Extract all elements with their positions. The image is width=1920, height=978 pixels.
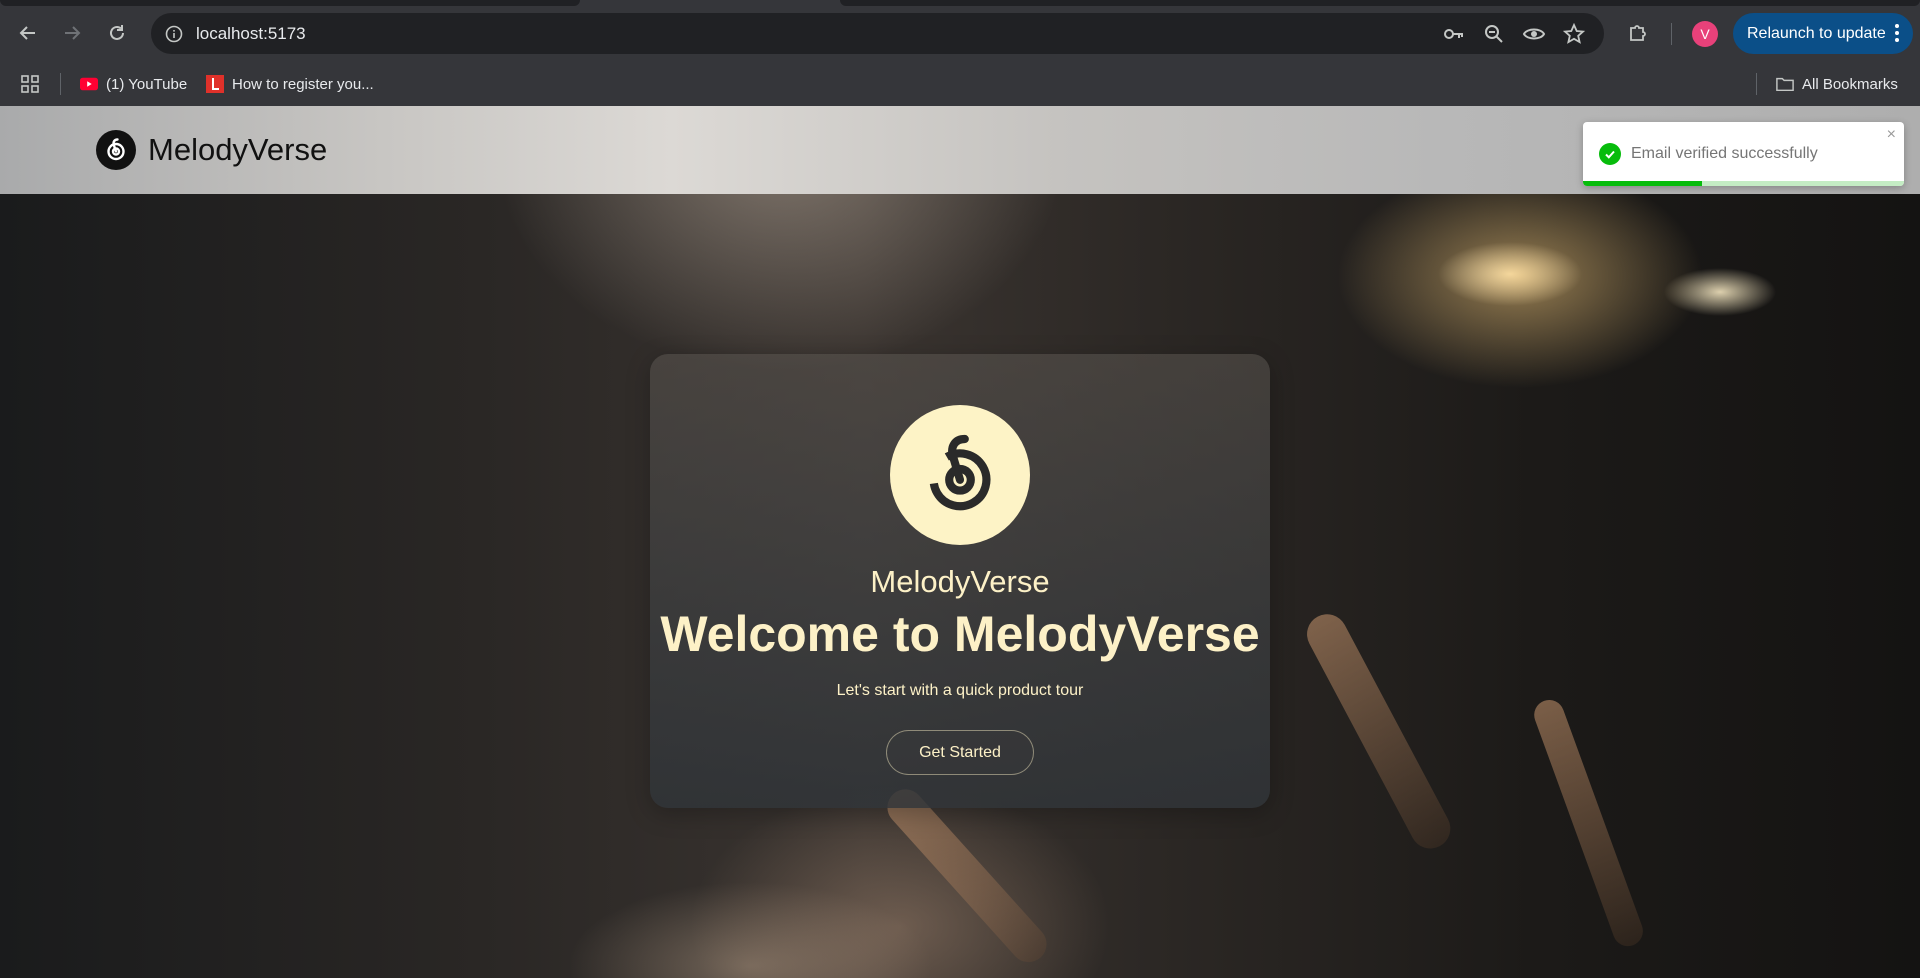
check-circle-icon	[1599, 143, 1621, 165]
success-toast: Email verified successfully ×	[1583, 122, 1904, 186]
card-brand-name: MelodyVerse	[870, 564, 1050, 599]
bookmark-register[interactable]: How to register you...	[206, 71, 374, 97]
l-favicon-icon	[206, 75, 224, 93]
site-info-button[interactable]	[161, 21, 187, 47]
apps-button[interactable]	[20, 71, 40, 97]
bookmarks-divider	[1756, 73, 1757, 95]
bookmarks-bar: (1) YouTube How to register you... All B…	[0, 62, 1920, 106]
back-button[interactable]	[12, 17, 44, 49]
all-bookmarks-label: All Bookmarks	[1802, 75, 1898, 93]
relaunch-button[interactable]: Relaunch to update	[1733, 13, 1913, 54]
bookmarks-divider	[60, 73, 61, 95]
toast-close-button[interactable]: ×	[1887, 126, 1896, 144]
toolbar-divider	[1671, 23, 1672, 45]
reload-icon	[110, 25, 124, 40]
star-icon	[1563, 23, 1585, 44]
url-text[interactable]: localhost:5173	[196, 24, 306, 44]
toast-progress-bar	[1583, 181, 1702, 186]
welcome-card: MelodyVerse Welcome to MelodyVerse Let's…	[650, 354, 1270, 808]
melodyverse-logo-icon	[96, 130, 136, 170]
brand[interactable]: MelodyVerse	[96, 130, 327, 170]
welcome-title: Welcome to MelodyVerse	[660, 606, 1260, 662]
folder-icon	[1776, 75, 1794, 93]
relaunch-label: Relaunch to update	[1747, 24, 1886, 42]
profile-avatar[interactable]: V	[1692, 21, 1718, 47]
welcome-subtitle: Let's start with a quick product tour	[836, 682, 1084, 699]
puzzle-icon	[1630, 25, 1646, 41]
bookmark-label: How to register you...	[232, 75, 374, 93]
brand-name: MelodyVerse	[148, 132, 328, 167]
key-icon	[1444, 29, 1463, 39]
reading-mode-button[interactable]	[1521, 21, 1547, 47]
forward-button[interactable]	[56, 17, 88, 49]
more-menu-icon	[1895, 24, 1899, 45]
browser-chrome: localhost:5173 V Relaunch to update (1) …	[0, 0, 1920, 106]
arrow-right-icon	[65, 26, 81, 40]
address-bar[interactable]: localhost:5173	[151, 13, 1604, 54]
zoom-button[interactable]	[1481, 21, 1507, 47]
all-bookmarks-button[interactable]: All Bookmarks	[1776, 71, 1898, 97]
bookmark-youtube[interactable]: (1) YouTube	[80, 71, 187, 97]
get-started-button[interactable]: Get Started	[886, 730, 1034, 775]
page-viewport: MelodyVerse Email verified successfully …	[0, 106, 1920, 978]
bookmark-label: (1) YouTube	[106, 75, 188, 93]
youtube-icon	[80, 75, 98, 93]
zoom-icon	[1485, 25, 1503, 43]
apps-grid-icon	[21, 75, 39, 93]
browser-toolbar: localhost:5173 V Relaunch to update	[0, 6, 1920, 62]
info-icon	[165, 25, 183, 43]
reload-button[interactable]	[101, 17, 133, 49]
melodyverse-logo-icon	[890, 405, 1030, 545]
password-key-button[interactable]	[1441, 21, 1467, 47]
bookmark-star-button[interactable]	[1561, 21, 1587, 47]
arrow-left-icon	[19, 26, 35, 40]
extensions-button[interactable]	[1622, 17, 1654, 49]
toast-message: Email verified successfully	[1631, 145, 1818, 162]
eye-icon	[1522, 28, 1546, 40]
